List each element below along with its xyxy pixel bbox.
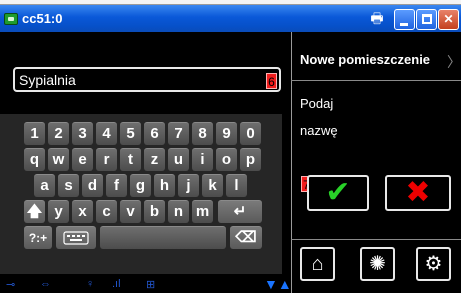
key-b[interactable]: b [144,200,165,223]
enter-key[interactable]: ↵ [218,200,262,223]
annotation-marker-6: 6 [266,73,277,89]
key-m[interactable]: m [192,200,213,223]
key-f[interactable]: f [106,174,127,197]
fan-icon: ✺ [369,253,386,275]
key-2[interactable]: 2 [48,122,69,145]
key-5[interactable]: 5 [120,122,141,145]
home-button[interactable]: ⌂ [300,247,335,281]
key-x[interactable]: x [72,200,93,223]
shift-key[interactable]: 🡅 [24,200,45,223]
key-8[interactable]: 8 [192,122,213,145]
key-w[interactable]: w [48,148,69,171]
panel-divider [291,32,292,293]
terminal-icon [4,13,18,25]
key-k[interactable]: k [202,174,223,197]
on-screen-keyboard: 1 2 3 4 5 6 7 8 9 0 q w e r t z u i o p … [0,114,282,274]
key-e[interactable]: e [72,148,93,171]
space-key[interactable] [100,226,226,249]
key-q[interactable]: q [24,148,45,171]
cancel-button[interactable]: ✖ [385,175,451,211]
title-bar[interactable]: cc51:0 🖶 ✕ [0,5,461,32]
fan-button[interactable]: ✺ [360,247,395,281]
key-z[interactable]: z [144,148,165,171]
key-u[interactable]: u [168,148,189,171]
confirm-button[interactable]: ✔ [307,175,369,211]
maximize-button[interactable] [416,9,437,30]
status-bar: ⊸ ⇔ ♀ .ıl ⊞ ▼▲ [0,275,292,293]
settings-button[interactable]: ⚙ [416,247,451,281]
network-icon: ⊞ [146,279,156,291]
key-r[interactable]: r [96,148,117,171]
key-g[interactable]: g [130,174,151,197]
keyboard-switch-key[interactable] [56,226,96,249]
key-d[interactable]: d [82,174,103,197]
gear-icon: ⚙ [424,253,443,275]
room-name-input[interactable]: Sypialnia [13,67,281,92]
key-c[interactable]: c [96,200,117,223]
window-title: cc51:0 [22,11,63,26]
key-l[interactable]: l [226,174,247,197]
check-icon: ✔ [325,176,351,209]
key-s[interactable]: s [58,174,79,197]
key-6[interactable]: 6 [144,122,165,145]
panel-separator-top [291,80,461,81]
key-n[interactable]: n [168,200,189,223]
backspace-key[interactable]: ⌫ [230,226,262,249]
close-icon: ✖ [405,176,431,209]
scroll-arrows-icon[interactable]: ▼▲ [264,276,292,292]
arrows-icon: ⇔ [40,278,51,290]
key-0[interactable]: 0 [240,122,261,145]
maximize-icon [422,14,432,24]
key-v[interactable]: v [120,200,141,223]
key-a[interactable]: a [34,174,55,197]
key-t[interactable]: t [120,148,141,171]
key-o[interactable]: o [216,148,237,171]
keyboard-icon [63,231,89,245]
key-h[interactable]: h [154,174,175,197]
key-7[interactable]: 7 [168,122,189,145]
chevron-right-icon[interactable]: 〉 [447,52,461,72]
bulb-icon: ♀ [86,278,95,290]
panel-separator-bottom [291,239,461,240]
key-y[interactable]: y [48,200,69,223]
key-3[interactable]: 3 [72,122,93,145]
signal-icon: .ıl [112,278,121,290]
plug-icon: ⊸ [6,279,16,291]
panel-title: Nowe pomieszczenie [300,52,431,67]
key-1[interactable]: 1 [24,122,45,145]
prompt-line-1: Podaj [300,96,334,111]
home-icon: ⌂ [311,253,324,275]
minimize-button[interactable] [394,9,415,30]
key-9[interactable]: 9 [216,122,237,145]
key-p[interactable]: p [240,148,261,171]
key-j[interactable]: j [178,174,199,197]
close-button[interactable]: ✕ [438,9,459,30]
symbols-key[interactable]: ?:+ [24,226,52,249]
print-icon[interactable]: 🖶 [367,9,387,28]
room-name-value: Sypialnia [19,72,76,88]
minimize-icon [400,23,408,26]
key-4[interactable]: 4 [96,122,117,145]
prompt-line-2: nazwę [300,123,338,138]
key-i[interactable]: i [192,148,213,171]
